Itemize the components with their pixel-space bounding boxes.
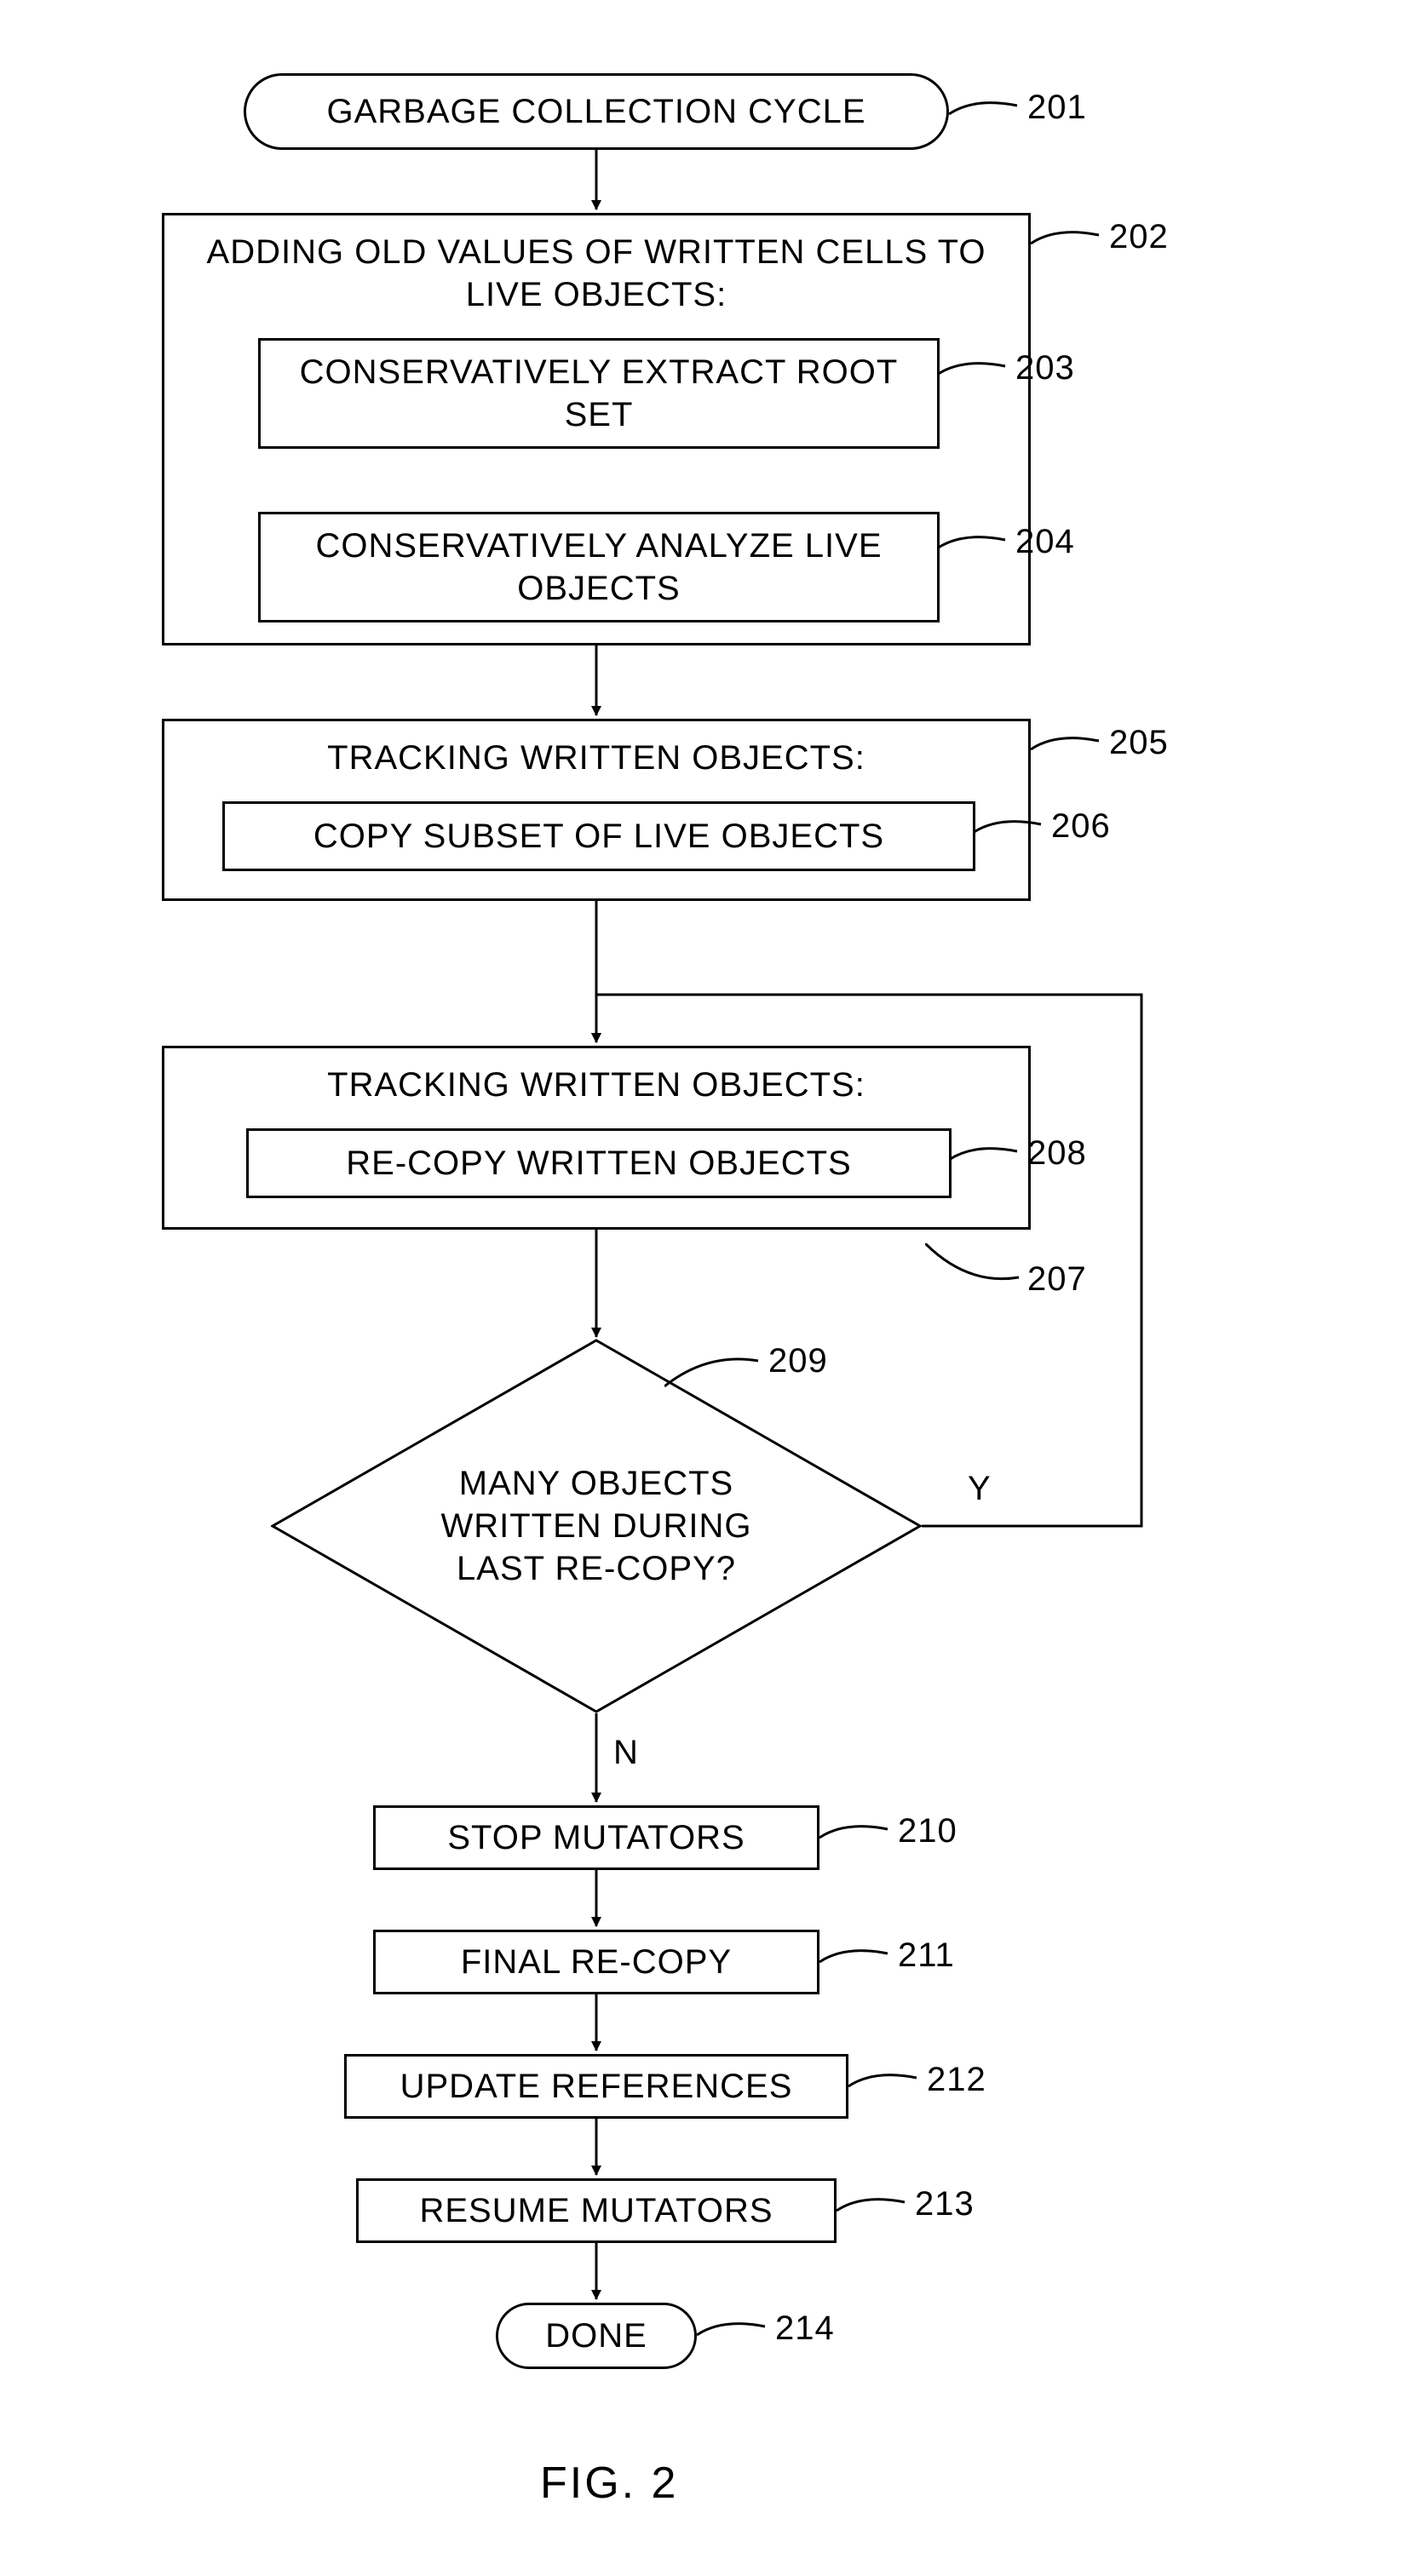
box-212-text: UPDATE REFERENCES: [400, 2065, 793, 2108]
label-201: 201: [1027, 89, 1087, 127]
leader-207: [925, 1243, 1027, 1294]
label-205: 205: [1109, 724, 1169, 762]
group-205: TRACKING WRITTEN OBJECTS: COPY SUBSET OF…: [162, 719, 1031, 901]
terminator-start: GARBAGE COLLECTION CYCLE: [244, 73, 949, 150]
box-204: CONSERVATIVELY ANALYZE LIVE OBJECTS: [258, 512, 940, 622]
decision-yes-label: Y: [968, 1470, 992, 1508]
group-207-title: TRACKING WRITTEN OBJECTS:: [164, 1064, 1028, 1106]
terminator-done: DONE: [496, 2303, 697, 2369]
box-204-text: CONSERVATIVELY ANALYZE LIVE OBJECTS: [271, 525, 927, 610]
group-202-title: ADDING OLD VALUES OF WRITTEN CELLS TO LI…: [164, 231, 1028, 316]
label-214: 214: [775, 2309, 835, 2348]
label-213: 213: [915, 2185, 975, 2223]
box-211-text: FINAL RE-COPY: [461, 1941, 732, 1983]
label-206: 206: [1051, 807, 1111, 846]
box-211: FINAL RE-COPY: [373, 1930, 819, 1994]
box-208: RE-COPY WRITTEN OBJECTS: [246, 1128, 952, 1198]
box-208-text: RE-COPY WRITTEN OBJECTS: [346, 1142, 851, 1185]
label-212: 212: [927, 2061, 986, 2099]
decision-209-text: MANY OBJECTS WRITTEN DURING LAST RE-COPY…: [392, 1462, 801, 1590]
leader-202: [1031, 227, 1107, 261]
label-203: 203: [1015, 349, 1075, 387]
label-202: 202: [1109, 218, 1169, 256]
leader-211: [819, 1945, 896, 1979]
group-205-title: TRACKING WRITTEN OBJECTS:: [164, 737, 1028, 779]
label-209: 209: [768, 1342, 828, 1380]
label-207: 207: [1027, 1260, 1087, 1299]
label-204: 204: [1015, 523, 1075, 561]
leader-213: [837, 2194, 913, 2228]
decision-209: MANY OBJECTS WRITTEN DURING LAST RE-COPY…: [271, 1339, 922, 1713]
figure-caption: FIG. 2: [540, 2458, 678, 2509]
label-211: 211: [898, 1936, 955, 1975]
box-210-text: STOP MUTATORS: [447, 1816, 745, 1859]
box-206-text: COPY SUBSET OF LIVE OBJECTS: [313, 815, 884, 858]
box-210: STOP MUTATORS: [373, 1805, 819, 1870]
leader-203: [937, 358, 1014, 392]
leader-205: [1031, 732, 1107, 766]
box-206: COPY SUBSET OF LIVE OBJECTS: [222, 801, 975, 871]
leader-209: [664, 1352, 767, 1395]
box-203: CONSERVATIVELY EXTRACT ROOT SET: [258, 338, 940, 449]
leader-201: [949, 97, 1026, 131]
group-202: ADDING OLD VALUES OF WRITTEN CELLS TO LI…: [162, 213, 1031, 645]
leader-214: [697, 2318, 773, 2352]
box-212: UPDATE REFERENCES: [344, 2054, 848, 2119]
label-208: 208: [1027, 1134, 1087, 1173]
label-210: 210: [898, 1812, 957, 1850]
group-207: TRACKING WRITTEN OBJECTS: RE-COPY WRITTE…: [162, 1046, 1031, 1230]
leader-212: [848, 2069, 925, 2103]
decision-no-label: N: [613, 1734, 639, 1772]
box-213: RESUME MUTATORS: [356, 2178, 837, 2243]
leader-206: [973, 816, 1049, 850]
leader-210: [819, 1821, 896, 1855]
box-203-text: CONSERVATIVELY EXTRACT ROOT SET: [271, 351, 927, 436]
flowchart-canvas: GARBAGE COLLECTION CYCLE 201 ADDING OLD …: [0, 0, 1426, 2576]
box-213-text: RESUME MUTATORS: [419, 2189, 773, 2232]
terminator-done-text: DONE: [545, 2315, 647, 2357]
leader-208: [949, 1143, 1026, 1177]
terminator-start-text: GARBAGE COLLECTION CYCLE: [326, 90, 865, 133]
leader-204: [937, 531, 1014, 565]
